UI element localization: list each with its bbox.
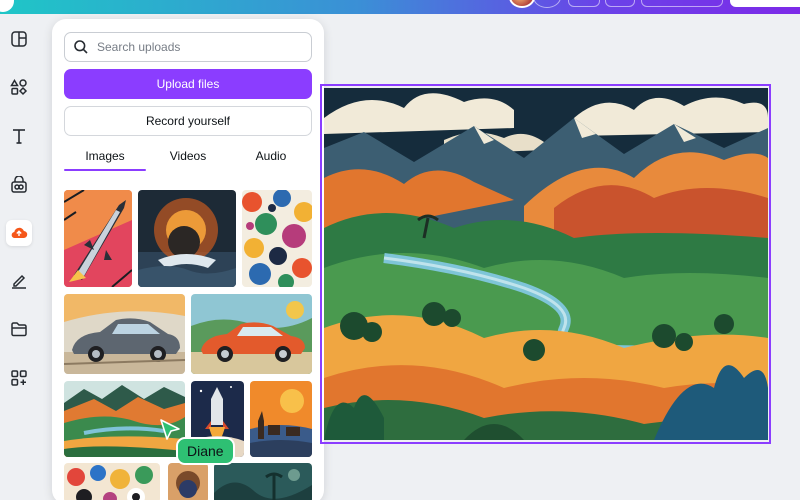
share-button[interactable] (730, 0, 800, 7)
uploads-icon[interactable] (6, 220, 32, 246)
upload-thumbnail-rocket[interactable] (64, 190, 132, 287)
upload-files-button[interactable]: Upload files (64, 69, 312, 99)
search-input[interactable] (97, 40, 307, 54)
tab-images[interactable]: Images (64, 145, 146, 171)
upload-thumbnail-safari[interactable] (250, 381, 312, 457)
tab-audio[interactable]: Audio (230, 145, 312, 171)
user-avatar[interactable] (509, 0, 535, 8)
upload-thumbnail-pattern[interactable] (242, 190, 312, 287)
upload-thumbnail-orange-car[interactable] (191, 294, 312, 374)
uploads-panel: Upload files Record yourself Images Vide… (52, 19, 324, 500)
apps-icon[interactable] (6, 365, 32, 391)
upload-thumbnail-explosion[interactable] (138, 190, 236, 287)
upload-thumbnail-animals[interactable] (64, 463, 160, 500)
text-icon[interactable] (6, 123, 32, 149)
design-icon[interactable] (6, 26, 32, 52)
upload-thumbnail-portrait[interactable] (168, 463, 208, 500)
upload-thumbnail-silver-car[interactable] (64, 294, 185, 374)
add-collaborator-icon[interactable] (533, 0, 561, 8)
tab-videos[interactable]: Videos (146, 145, 230, 171)
elements-icon[interactable] (6, 74, 32, 100)
search-icon (74, 40, 88, 54)
toolbar-button-1[interactable] (568, 0, 600, 7)
record-yourself-button[interactable]: Record yourself (64, 106, 312, 136)
projects-icon[interactable] (6, 316, 32, 342)
top-bar (0, 0, 800, 14)
toolbar-button-3[interactable] (641, 0, 723, 7)
left-rail (0, 14, 44, 500)
collaborator-name-badge: Diane (176, 437, 235, 465)
toolbar-button-2[interactable] (605, 0, 635, 7)
upload-thumbnail-jungle[interactable] (214, 463, 312, 500)
search-bar (64, 32, 312, 62)
brand-icon[interactable] (6, 172, 32, 198)
draw-icon[interactable] (6, 268, 32, 294)
home-logo-icon[interactable] (0, 0, 14, 12)
canvas-landscape-image[interactable] (324, 88, 768, 440)
media-tabs: Images Videos Audio (64, 145, 312, 171)
